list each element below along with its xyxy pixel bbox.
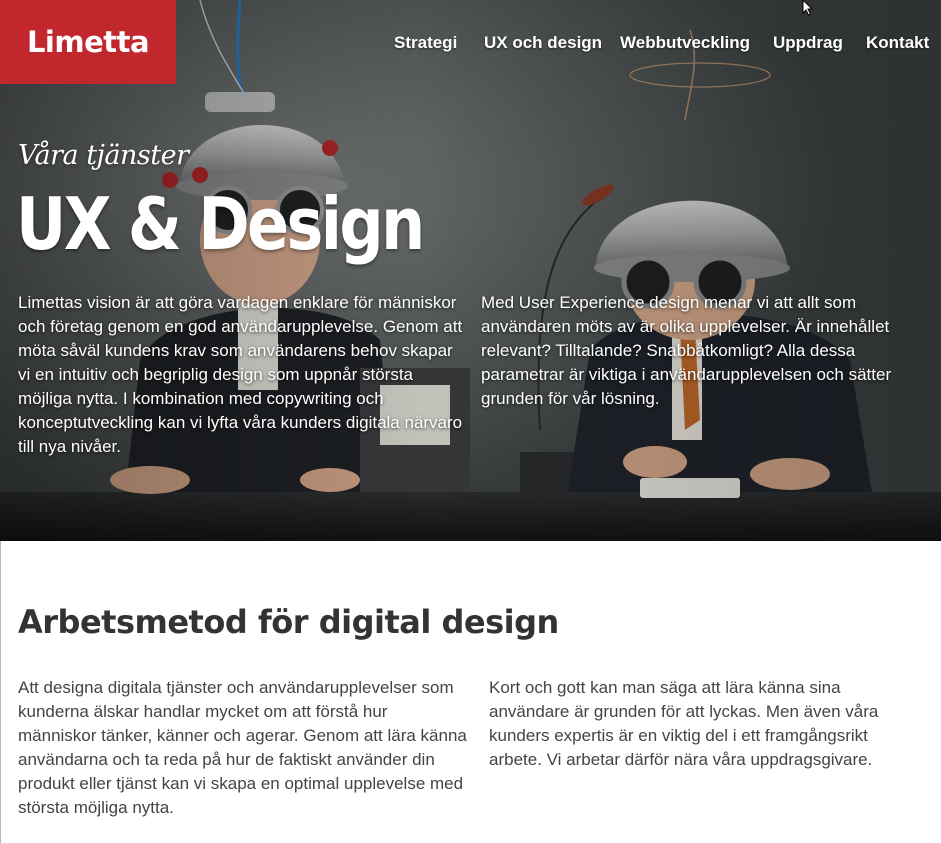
nav-item-strategi[interactable]: Strategi	[394, 33, 457, 53]
main-nav: Strategi UX och design Webbutveckling Up…	[0, 33, 941, 57]
nav-item-uppdrag[interactable]: Uppdrag	[773, 33, 843, 53]
hero-title: UX & Design	[16, 182, 425, 266]
hero: Limetta Strategi UX och design Webbutvec…	[0, 0, 941, 541]
section-title: Arbetsmetod för digital design	[18, 603, 559, 641]
hero-text-right: Med User Experience design menar vi att …	[481, 293, 892, 408]
nav-item-webbutveckling[interactable]: Webbutveckling	[620, 33, 750, 53]
section-text-right: Kort och gott kan man säga att lära känn…	[489, 678, 879, 769]
hero-eyebrow: Våra tjänster	[18, 140, 189, 171]
page-edge	[0, 541, 1, 843]
mouse-cursor-icon	[802, 0, 814, 16]
section-text-left: Att designa digitala tjänster och använd…	[18, 678, 467, 817]
nav-item-kontakt[interactable]: Kontakt	[866, 33, 929, 53]
hero-text-left: Limettas vision är att göra vardagen enk…	[18, 293, 463, 456]
nav-item-ux-och-design[interactable]: UX och design	[484, 33, 602, 53]
